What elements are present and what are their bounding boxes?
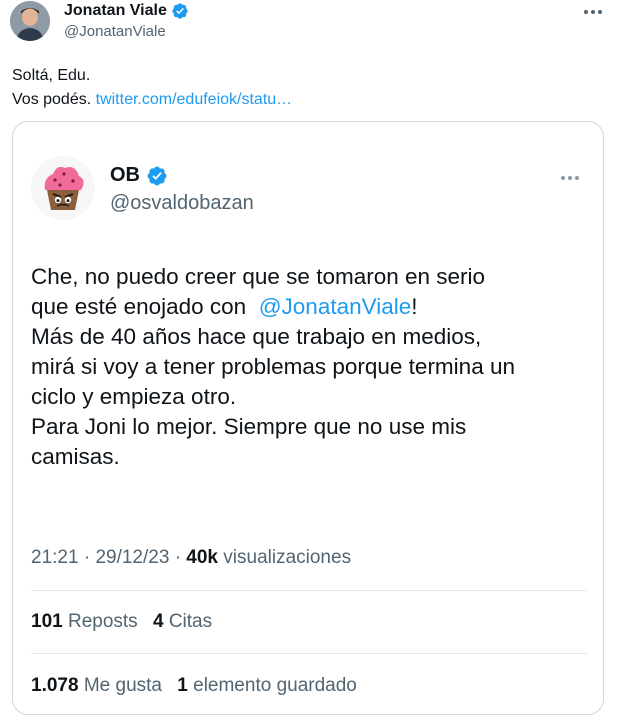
mention-link[interactable]: @JonatanViale	[259, 294, 412, 319]
views-count: 40k	[186, 547, 218, 568]
quoted-text-line: Más de 40 años hace que trabajo en medio…	[31, 324, 482, 349]
likes-label: Me gusta	[83, 675, 162, 696]
quoted-text-line: que esté enojado con @JonatanViale!	[31, 292, 591, 322]
meta-separator: ·	[174, 547, 182, 568]
quoted-author-handle[interactable]: @osvaldobazan	[110, 192, 254, 215]
quoted-text-line: camisas.	[31, 444, 120, 469]
likes-count: 1.078	[31, 675, 79, 696]
views-label: visualizaciones	[223, 547, 352, 568]
bookmarks-count: 1	[177, 675, 188, 696]
tweet-date[interactable]: 29/12/23	[95, 547, 169, 568]
verified-badge-icon	[147, 166, 167, 185]
quoted-avatar[interactable]	[31, 156, 95, 220]
quoted-author-name[interactable]: OB	[110, 164, 140, 187]
divider	[31, 590, 587, 591]
quoted-tweet-text: Che, no puedo creer que se tomaron en se…	[31, 262, 591, 472]
tweet-link[interactable]: twitter.com/edufeiok/statu…	[96, 91, 293, 108]
quotes-count: 4	[152, 611, 164, 632]
verified-badge-icon	[172, 3, 188, 19]
outer-tweet-header: Jonatan Viale @JonatanViale	[0, 0, 618, 48]
outer-text-prefix: Vos podés.	[12, 91, 92, 108]
divider	[31, 653, 587, 654]
reposts-label: Reposts	[67, 611, 138, 632]
quoted-text-line: ciclo y empieza otro.	[31, 384, 237, 409]
more-options-icon[interactable]	[582, 6, 604, 18]
bookmarks-label: elemento guardado	[193, 675, 357, 696]
reposts-stat[interactable]: 101 Reposts	[31, 611, 143, 632]
quoted-text-prefix: que esté enojado con	[31, 294, 247, 319]
outer-text-line: Soltá, Edu.	[12, 67, 91, 84]
quoted-text-line: mirá si voy a tener problemas porque ter…	[31, 354, 515, 379]
quoted-tweet-card[interactable]: OB @osvaldobazan Che, no puedo creer que…	[12, 121, 604, 715]
outer-text-line: Vos podés. twitter.com/edufeiok/statu…	[12, 88, 606, 112]
avatar[interactable]	[10, 1, 50, 41]
more-options-icon[interactable]	[559, 172, 581, 184]
quoted-text-suffix: !	[411, 294, 418, 319]
bookmarks-stat[interactable]: 1 elemento guardado	[177, 675, 357, 696]
reposts-count: 101	[31, 611, 63, 632]
quotes-stat[interactable]: 4 Citas	[153, 611, 212, 632]
outer-author-row: Jonatan Viale	[64, 2, 189, 20]
tweet-time[interactable]: 21:21	[31, 547, 79, 568]
author-name[interactable]: Jonatan Viale	[64, 2, 167, 20]
quoted-text-line: Che, no puedo creer que se tomaron en se…	[31, 264, 486, 289]
quoted-text-line: Para Joni lo mejor. Siempre que no use m…	[31, 414, 467, 439]
outer-tweet-text: Soltá, Edu. Vos podés. twitter.com/edufe…	[12, 64, 606, 112]
tweet-meta: 21:21 · 29/12/23 · 40k visualizaciones	[31, 547, 351, 569]
quotes-label: Citas	[168, 611, 213, 632]
reposts-quotes-row: 101 Reposts 4 Citas	[31, 611, 222, 633]
avatar-photo-icon	[10, 1, 50, 41]
meta-separator: ·	[83, 547, 91, 568]
likes-stat[interactable]: 1.078 Me gusta	[31, 675, 167, 696]
author-handle[interactable]: @JonatanViale	[64, 23, 166, 40]
cupcake-avatar-icon	[31, 156, 95, 220]
quoted-author-row: OB	[110, 164, 168, 187]
likes-bookmarks-row: 1.078 Me gusta 1 elemento guardado	[31, 675, 367, 697]
